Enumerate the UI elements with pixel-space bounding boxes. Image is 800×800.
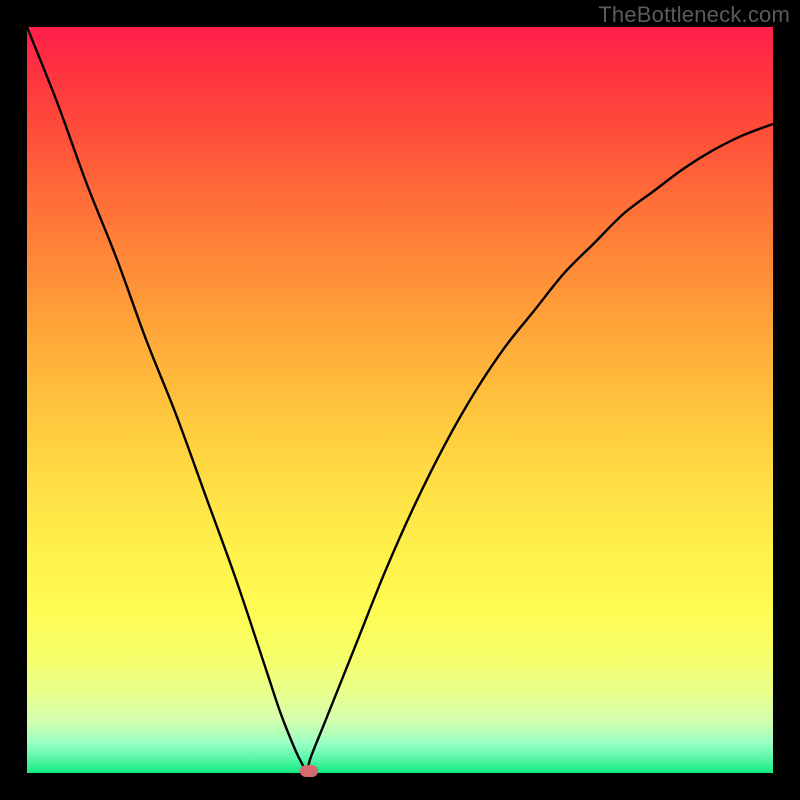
chart-frame: TheBottleneck.com — [0, 0, 800, 800]
optimal-point-marker — [300, 765, 318, 777]
watermark-text: TheBottleneck.com — [598, 2, 790, 28]
bottleneck-curve — [27, 27, 773, 773]
plot-area — [27, 27, 773, 773]
